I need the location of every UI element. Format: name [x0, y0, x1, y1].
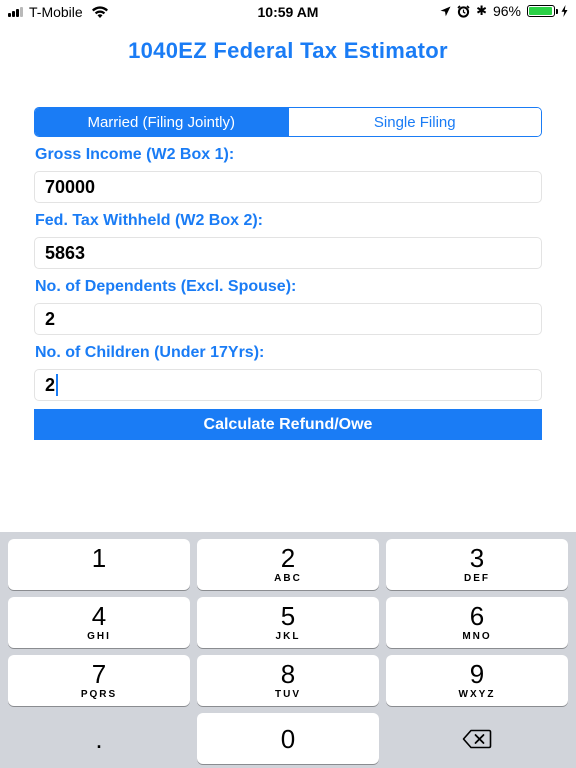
app-title: 1040EZ Federal Tax Estimator [128, 38, 448, 63]
key-4[interactable]: 4 GHI [8, 597, 190, 648]
key-digit: 7 [91, 659, 107, 689]
key-digit: 9 [469, 659, 485, 689]
key-digit: 6 [469, 601, 485, 631]
segment-single-filing[interactable]: Single Filing [287, 108, 541, 136]
battery-icon [527, 5, 558, 17]
key-digit: 2 [280, 543, 296, 573]
key-digit: 0 [280, 723, 296, 754]
key-letters: MNO [462, 631, 492, 642]
tax-withheld-value: 5863 [45, 242, 86, 263]
dependents-value: 2 [45, 308, 56, 329]
dependents-input[interactable]: 2 [34, 303, 542, 335]
delete-key[interactable] [386, 713, 568, 764]
status-bar-right: ✱ 96% [440, 3, 568, 19]
status-bar: T-Mobile 10:59 AM ✱ 96% [0, 0, 576, 24]
key-letters: PQRS [80, 689, 118, 700]
key-8[interactable]: 8 TUV [197, 655, 379, 706]
dependents-label: No. of Dependents (Excl. Spouse): [35, 278, 297, 295]
key-decimal[interactable]: . [8, 713, 190, 764]
key-5[interactable]: 5 JKL [197, 597, 379, 648]
location-icon [440, 6, 451, 16]
key-digit: . [95, 723, 103, 754]
key-9[interactable]: 9 WXYZ [386, 655, 568, 706]
tax-withheld-input[interactable]: 5863 [34, 237, 542, 269]
key-6[interactable]: 6 MNO [386, 597, 568, 648]
segment-married-filing-jointly[interactable]: Married (Filing Jointly) [35, 108, 288, 136]
children-label: No. of Children (Under 17Yrs): [35, 344, 265, 361]
key-letters: DEF [464, 573, 490, 584]
key-1[interactable]: 1 [8, 539, 190, 590]
backspace-icon [462, 729, 492, 748]
key-letters: TUV [275, 689, 301, 700]
alarm-icon [457, 4, 470, 18]
gross-income-input[interactable]: 70000 [34, 171, 542, 203]
children-value: 2 [45, 374, 56, 395]
children-input[interactable]: 2 [34, 369, 542, 401]
gross-income-value: 70000 [45, 176, 96, 197]
battery-percent: 96% [492, 3, 521, 19]
gross-income-label: Gross Income (W2 Box 1): [35, 146, 235, 163]
battery-tip [556, 9, 558, 14]
key-letters: JKL [275, 631, 301, 642]
screen: T-Mobile 10:59 AM ✱ 96% 1040EZ Federal T… [0, 0, 576, 768]
key-digit: 8 [280, 659, 296, 689]
bluetooth-icon: ✱ [476, 3, 487, 18]
key-digit: 1 [91, 543, 107, 573]
filing-status-segmented-control: Married (Filing Jointly) Single Filing [34, 107, 542, 137]
tax-withheld-label: Fed. Tax Withheld (W2 Box 2): [35, 212, 264, 229]
battery-level-fill [529, 7, 553, 15]
key-letters: GHI [87, 631, 111, 642]
calculate-button[interactable]: Calculate Refund/Owe [34, 409, 542, 440]
charging-icon [561, 5, 568, 17]
numeric-keypad: 1 2 ABC 3 DEF 4 GHI 5 JKL 6 MNO 7 PQRS 8 [0, 532, 576, 768]
key-digit: 5 [280, 601, 296, 631]
text-cursor [56, 374, 59, 396]
key-0[interactable]: 0 [197, 713, 379, 764]
key-3[interactable]: 3 DEF [386, 539, 568, 590]
key-letters: WXYZ [458, 689, 496, 700]
key-7[interactable]: 7 PQRS [8, 655, 190, 706]
key-letters: ABC [274, 573, 302, 584]
key-digit: 4 [91, 601, 107, 631]
key-digit: 3 [469, 543, 485, 573]
key-2[interactable]: 2 ABC [197, 539, 379, 590]
